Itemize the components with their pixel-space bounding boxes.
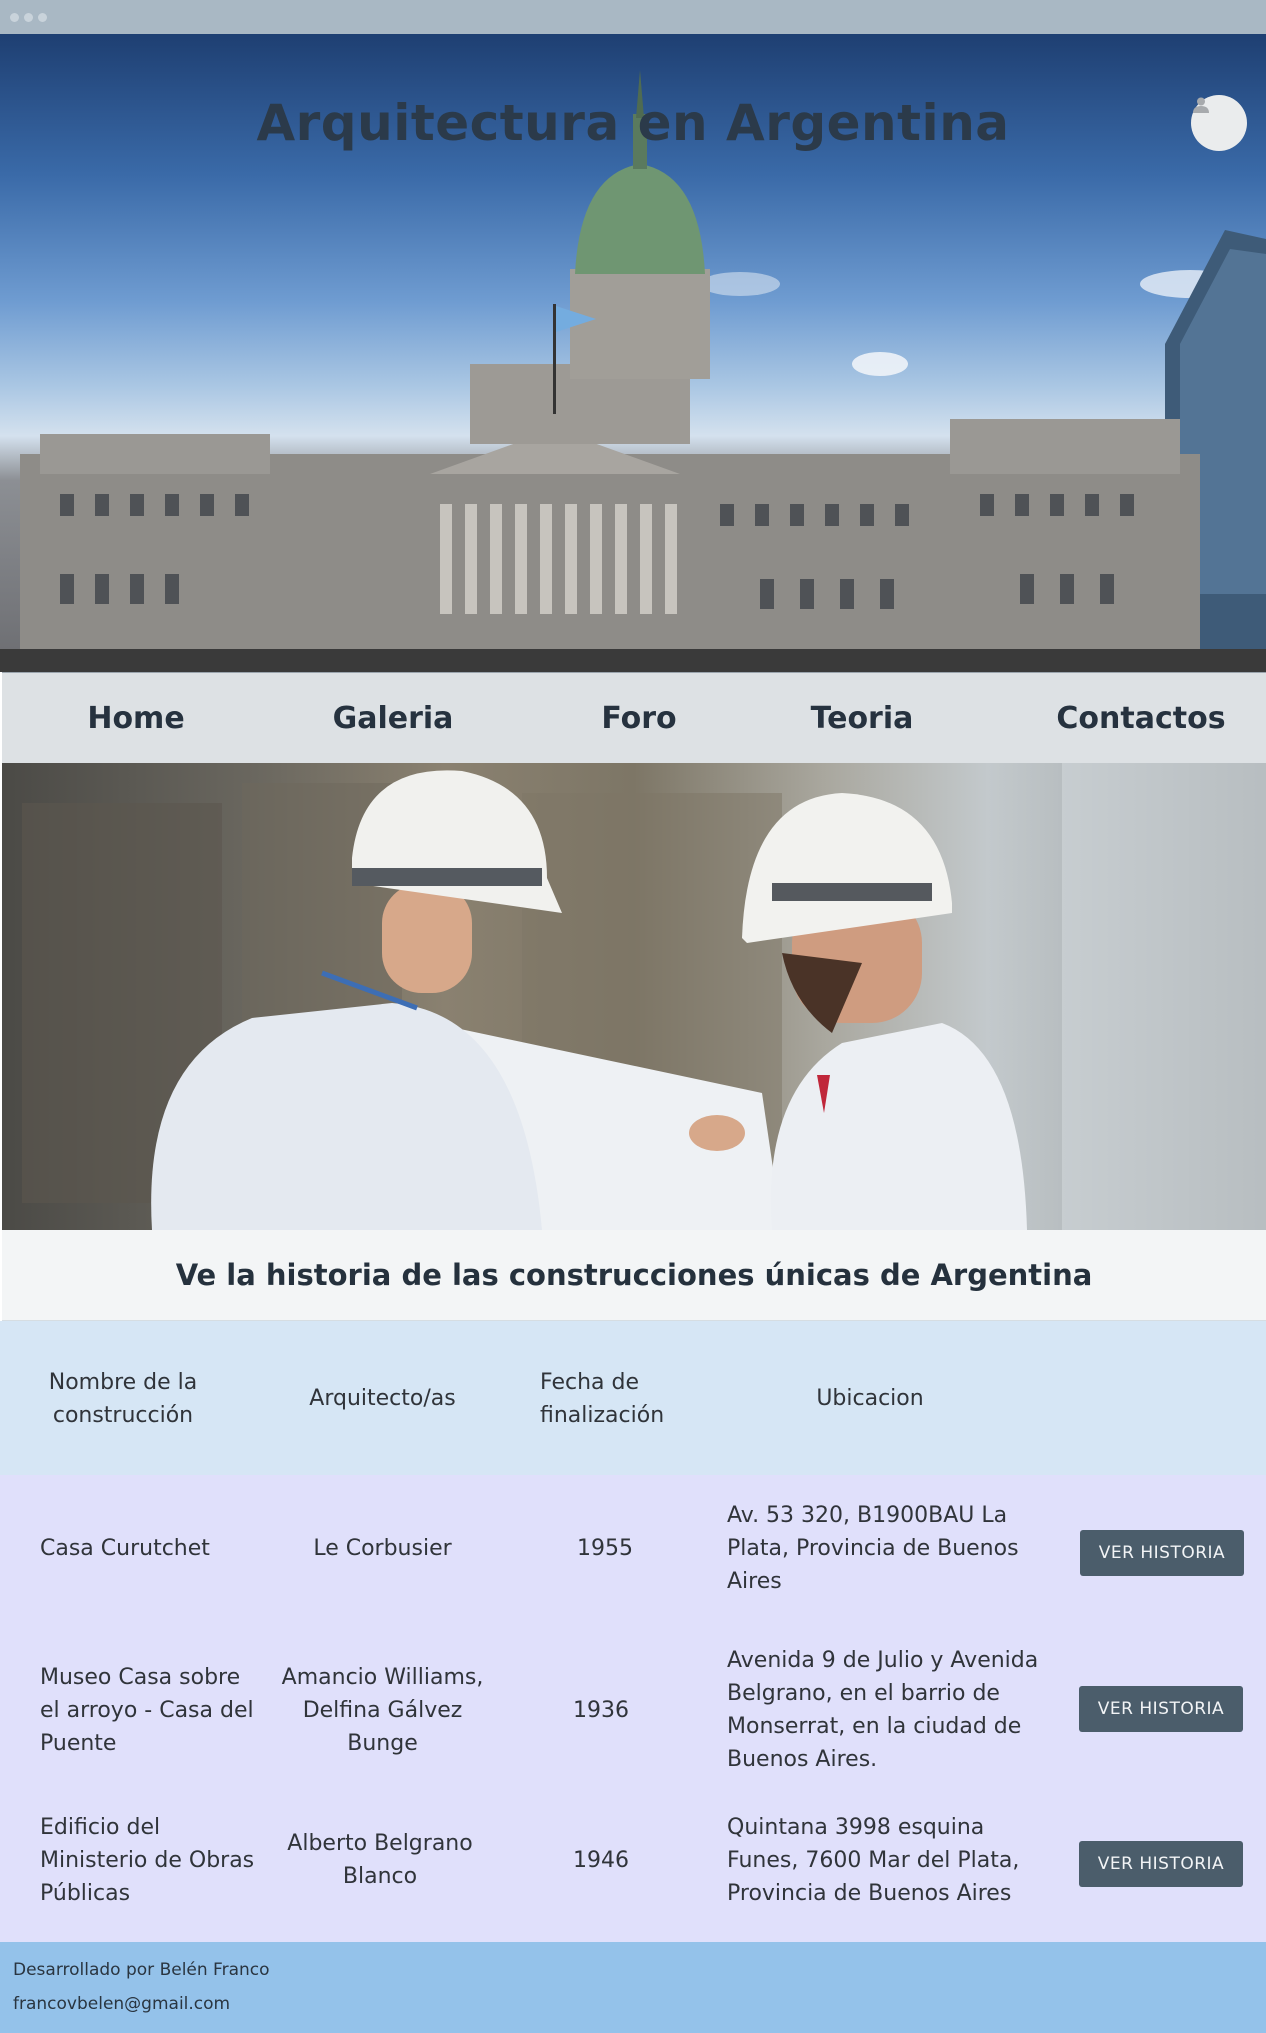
footer-developer: Desarrollado por Belén Franco: [13, 1960, 270, 1980]
window-controls: [10, 13, 47, 22]
cell-date: 1936: [573, 1698, 629, 1723]
cell-location: Avenida 9 de Julio y Avenida Belgrano, e…: [727, 1648, 1039, 1772]
ver-historia-button[interactable]: VER HISTORIA: [1080, 1530, 1244, 1576]
engineers-photo: [2, 763, 1266, 1230]
cell-architect: Le Corbusier: [313, 1536, 452, 1561]
nav-home[interactable]: Home: [87, 673, 184, 764]
section-tagline: Ve la historia de las construcciones úni…: [2, 1230, 1266, 1321]
cell-name: Edificio del Ministerio de Obras Pública…: [40, 1815, 255, 1906]
nav-galeria[interactable]: Galeria: [333, 673, 454, 764]
nav-teoria[interactable]: Teoria: [811, 673, 914, 764]
window-titlebar: [0, 0, 1266, 34]
header-date: Fecha de finalización: [540, 1370, 665, 1428]
cell-location: Av. 53 320, B1900BAU La Plata, Provincia…: [727, 1503, 1019, 1594]
footer-email[interactable]: francovbelen@gmail.com: [13, 1994, 230, 2014]
header-architect: Arquitecto/as: [309, 1386, 456, 1411]
engineers-illustration: [22, 763, 1266, 1230]
header-name: Nombre de la construcción: [48, 1370, 198, 1428]
minimize-window-dot[interactable]: [24, 13, 33, 22]
page-footer: Desarrollado por Belén Franco francovbel…: [0, 1942, 1266, 2033]
main-navigation: Home Galeria Foro Teoria Contactos: [2, 672, 1266, 763]
table-header: Nombre de la construcción Arquitecto/as …: [0, 1321, 1266, 1475]
maximize-window-dot[interactable]: [38, 13, 47, 22]
cell-name: Casa Curutchet: [40, 1536, 210, 1561]
cell-architect: Amancio Williams, Delfina Gálvez Bunge: [281, 1665, 484, 1756]
nav-contactos[interactable]: Contactos: [1056, 673, 1225, 764]
ver-historia-button[interactable]: VER HISTORIA: [1079, 1686, 1243, 1732]
hero-banner: Arquitectura en Argentina: [0, 34, 1266, 672]
table-body: Casa Curutchet Le Corbusier 1955 Av. 53 …: [0, 1475, 1266, 1942]
nav-foro[interactable]: Foro: [601, 673, 676, 764]
ver-historia-button[interactable]: VER HISTORIA: [1079, 1841, 1243, 1887]
cell-location: Quintana 3998 esquina Funes, 7600 Mar de…: [727, 1815, 1020, 1906]
header-location: Ubicacion: [816, 1386, 924, 1411]
user-account-button[interactable]: [1191, 95, 1247, 151]
cell-date: 1955: [577, 1536, 633, 1561]
cell-architect: Alberto Belgrano Blanco: [287, 1831, 473, 1889]
cell-date: 1946: [573, 1848, 629, 1873]
site-title: Arquitectura en Argentina: [256, 94, 1010, 152]
user-icon: [1193, 97, 1209, 113]
cell-name: Museo Casa sobre el arroyo - Casa del Pu…: [40, 1665, 254, 1756]
close-window-dot[interactable]: [10, 13, 19, 22]
